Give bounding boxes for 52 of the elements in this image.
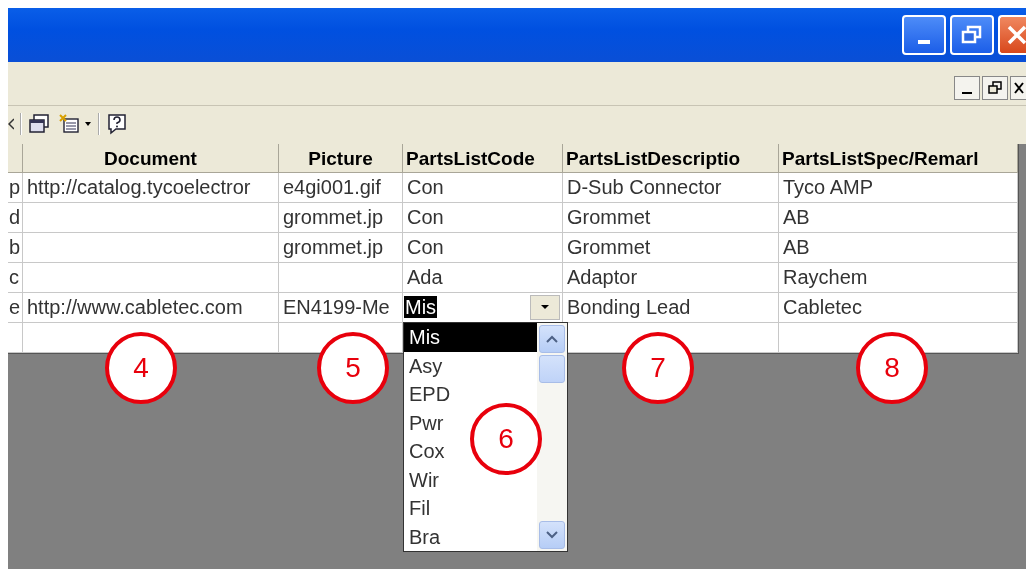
table-cell: Adaptor: [563, 263, 779, 293]
table-cell: Con: [403, 233, 563, 263]
dropdown-option[interactable]: Bra: [404, 522, 445, 551]
scroll-up-button[interactable]: [539, 325, 565, 353]
close-icon: [1006, 24, 1026, 46]
chevron-down-icon: [546, 531, 558, 539]
dropdown-option[interactable]: Pwr: [404, 408, 448, 437]
scroll-down-button[interactable]: [539, 521, 565, 549]
restore-button[interactable]: [982, 75, 1008, 100]
dropdown-option[interactable]: Mis: [404, 323, 537, 352]
dropdown-option[interactable]: Wir: [404, 465, 443, 494]
restore-icon: [961, 25, 983, 45]
combo-value[interactable]: Mis: [404, 296, 438, 318]
table-cell: Tyco AMP: [779, 173, 1018, 203]
dropdown-option[interactable]: Cox: [404, 437, 449, 466]
windows-icon[interactable]: [28, 112, 52, 135]
dropdown-option[interactable]: Fil: [404, 494, 435, 523]
table-cell: D-Sub Connector: [563, 173, 779, 203]
column-header[interactable]: PartsListDescriptio: [563, 144, 779, 173]
table-cell: Con: [403, 173, 563, 203]
table-cell: p: [8, 173, 23, 203]
table-cell: http://catalog.tycoelectror: [23, 173, 279, 203]
table-cell: e4gi001.gif: [279, 173, 403, 203]
table-cell: Raychem: [779, 263, 1018, 293]
caret-icon: [541, 305, 549, 310]
scroll-thumb[interactable]: [539, 355, 565, 383]
table-cell: Grommet: [563, 233, 779, 263]
restore-icon: [988, 80, 1002, 95]
minimize-button[interactable]: [954, 75, 980, 100]
table-cell: grommet.jp: [279, 233, 403, 263]
dropdown-option[interactable]: Asy: [404, 351, 447, 380]
table-cell: c: [8, 263, 23, 293]
table-cell: Ada: [403, 263, 563, 293]
help-icon[interactable]: [106, 112, 128, 135]
table-cell: AB: [779, 233, 1018, 263]
column-header[interactable]: PartsListSpec/Remarl: [779, 144, 1018, 173]
column-header[interactable]: Picture: [279, 144, 403, 173]
table-cell: AB: [779, 203, 1018, 233]
column-header[interactable]: Document: [23, 144, 279, 173]
close-button[interactable]: [1010, 75, 1026, 100]
close-icon: [1012, 80, 1025, 95]
table-cell: d: [8, 203, 23, 233]
table-cell: grommet.jp: [279, 203, 403, 233]
dropdown-button[interactable]: [530, 295, 560, 320]
dropdown-option[interactable]: EPD: [404, 380, 455, 409]
scrollbar[interactable]: [537, 323, 567, 551]
column-header[interactable]: PartsListCode: [403, 144, 563, 173]
table-cell: Grommet: [563, 203, 779, 233]
table-cell: b: [8, 233, 23, 263]
table-cell: Con: [403, 203, 563, 233]
chevron-up-icon: [546, 335, 558, 343]
new-object-icon[interactable]: [58, 112, 92, 135]
